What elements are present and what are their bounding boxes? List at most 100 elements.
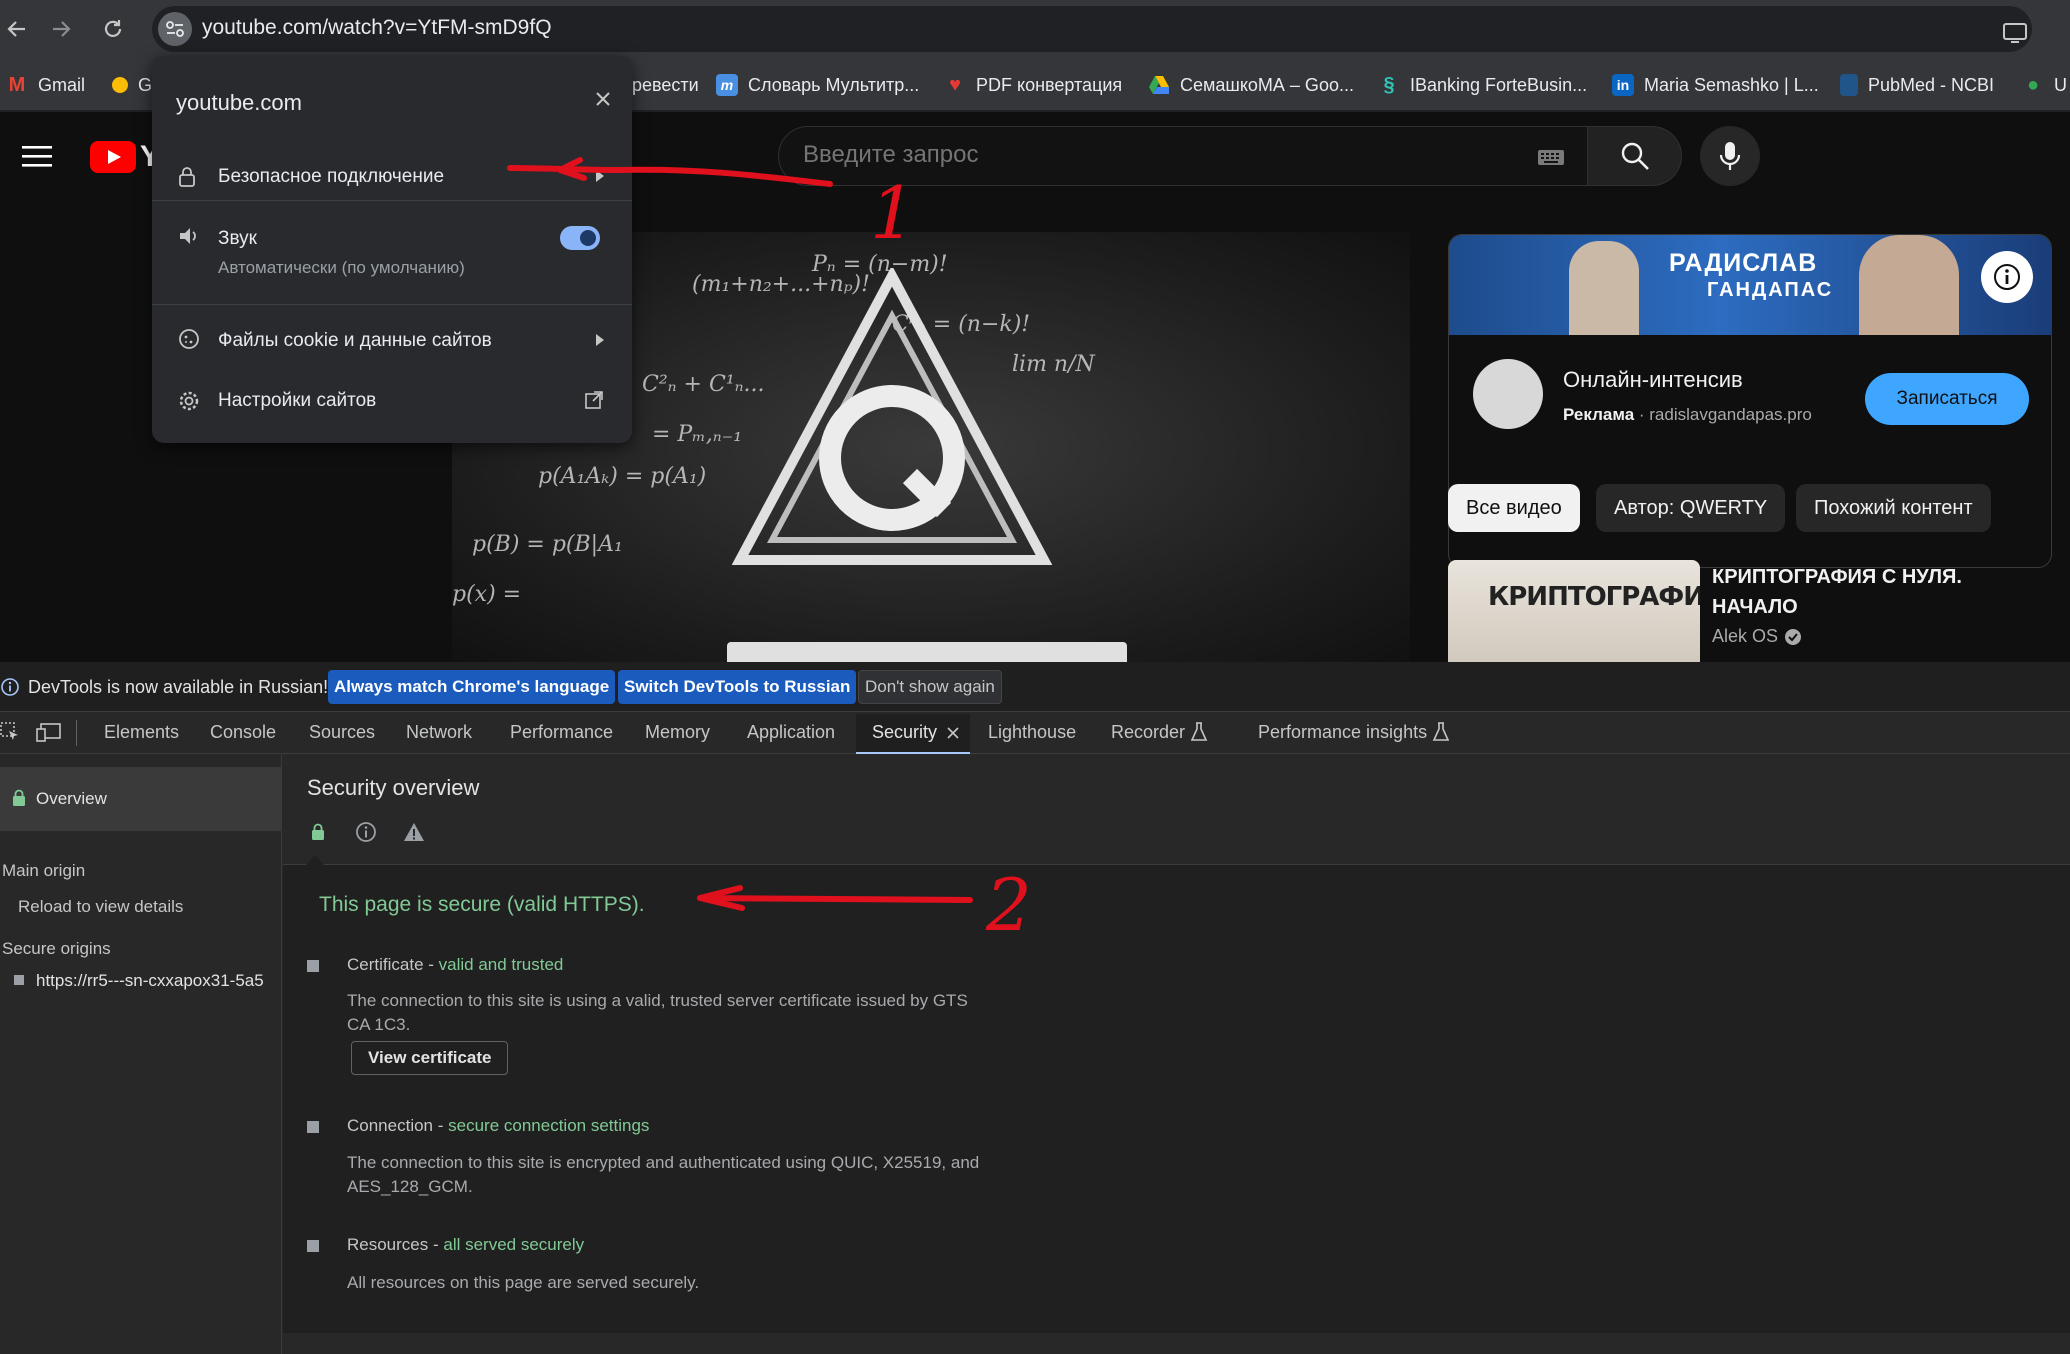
bottom-strip — [283, 1333, 2070, 1354]
chalk-formula: p(A₁Aₖ) = p(A₁) — [538, 464, 707, 489]
ad-info-button[interactable] — [1981, 251, 2033, 303]
person-icon: ● — [2026, 73, 2040, 96]
voice-search-button[interactable] — [1700, 126, 1760, 186]
keyboard-icon[interactable] — [1537, 147, 1565, 167]
back-button[interactable] — [0, 12, 34, 46]
bookmark-pdf[interactable]: ♥ PDF конвертация — [944, 71, 1122, 99]
bookmark-linkedin[interactable]: in Maria Semashko | L... — [1612, 71, 1819, 99]
chip-author[interactable]: Автор: QWERTY — [1596, 484, 1786, 532]
bookmark-gmail[interactable]: M Gmail — [6, 71, 85, 99]
tab-lighthouse[interactable]: Lighthouse — [988, 722, 1076, 743]
match-language-button[interactable]: Always match Chrome's language — [328, 670, 616, 704]
reload-button[interactable] — [96, 12, 130, 46]
bookmark-drive[interactable]: СемашкоМА – Goo... — [1148, 71, 1354, 99]
cast-icon[interactable] — [2002, 22, 2028, 44]
toggle-knob — [580, 230, 596, 246]
chevron-right-icon — [596, 334, 604, 346]
chevron-right-icon — [596, 170, 604, 182]
site-settings-row[interactable]: Настройки сайтов — [152, 372, 632, 428]
view-certificate-button[interactable]: View certificate — [351, 1041, 509, 1075]
pdf-heart-icon: ♥ — [949, 73, 961, 96]
bookmark-translate[interactable]: ревести — [632, 71, 699, 99]
secure-connection-label: Безопасное подключение — [218, 166, 445, 187]
bookmark-g[interactable]: G — [112, 71, 152, 99]
bookmark-label: Gmail — [38, 74, 86, 95]
switch-russian-button[interactable]: Switch DevTools to Russian — [618, 670, 857, 704]
ad-domain: radislavgandapas.pro — [1649, 405, 1812, 424]
info-icon — [1994, 264, 2020, 290]
connection-heading-label: Connection - — [347, 1116, 449, 1135]
pubmed-icon — [1840, 74, 1858, 96]
inspect-element-icon[interactable] — [0, 722, 20, 742]
youtube-play-icon — [90, 141, 136, 173]
sidebar-main-origin: Main origin — [2, 861, 86, 880]
certificate-bullet-icon — [307, 960, 319, 972]
ad-title[interactable]: Онлайн-интенсив — [1563, 367, 1743, 393]
sidebar-item-overview[interactable]: Overview — [0, 767, 282, 831]
tab-application[interactable]: Application — [747, 722, 835, 743]
certificate-description: The connection to this site is using a v… — [347, 991, 968, 1034]
security-overview-main: Security overview This page is secure (v… — [283, 755, 2070, 1354]
tab-security[interactable]: Security — [872, 722, 937, 743]
sound-sublabel: Автоматически (по умолчанию) — [218, 258, 465, 277]
ad-cta-button[interactable]: Записаться — [1865, 373, 2029, 425]
channel-name: Alek OS — [1712, 626, 1779, 646]
close-icon[interactable] — [594, 90, 612, 108]
sound-toggle[interactable] — [560, 226, 600, 250]
security-overview-header: Security overview — [283, 755, 2070, 866]
tab-console[interactable]: Console — [210, 722, 276, 743]
sound-row: Звук Автоматически (по умолчанию) — [152, 208, 632, 298]
certificate-status: valid and trusted — [438, 955, 564, 974]
tab-memory[interactable]: Memory — [645, 722, 710, 743]
tab-sources[interactable]: Sources — [309, 722, 375, 743]
url-text[interactable]: youtube.com/watch?v=YtFM-smD9fQ — [202, 16, 552, 40]
bookmark-pubmed[interactable]: PubMed - NCBI — [1840, 71, 1994, 99]
sidebar-item-origin[interactable]: https://rr5---sn-cxxapox31-5a5 — [0, 963, 282, 997]
flask-icon — [1190, 722, 1208, 742]
connection-bullet-icon — [307, 1121, 319, 1133]
ad-meta: Реклама · radislavgandapas.pro — [1563, 405, 1812, 424]
origin-bullet-icon — [14, 975, 24, 985]
connection-status: secure connection settings — [448, 1116, 650, 1135]
address-bar[interactable]: youtube.com/watch?v=YtFM-smD9fQ — [152, 6, 2032, 52]
close-tab-icon[interactable] — [946, 726, 960, 740]
recommended-channel[interactable]: Alek OS — [1712, 626, 1802, 647]
forte-icon: § — [1383, 73, 1395, 96]
ad-banner[interactable]: РАДИСЛАВ ГАНДАПАС — [1449, 235, 2051, 335]
tab-performance-insights[interactable]: Performance insights — [1258, 722, 1427, 743]
tab-performance[interactable]: Performance — [510, 722, 613, 743]
chalk-formula: p(x) = — [452, 582, 522, 607]
divider — [152, 304, 632, 305]
tab-network[interactable]: Network — [406, 722, 472, 743]
devtools-panel: DevTools is now available in Russian! Al… — [0, 662, 2070, 1354]
bookmark-label: Maria Semashko | L... — [1644, 74, 1819, 95]
bookmark-forte[interactable]: § IBanking ForteBusin... — [1378, 71, 1587, 99]
bookmark-u[interactable]: ● U — [2022, 71, 2067, 99]
search-box[interactable] — [778, 126, 1588, 186]
device-toolbar-icon[interactable] — [36, 722, 62, 742]
chip-related[interactable]: Похожий контент — [1796, 484, 1991, 532]
security-overview-title: Security overview — [307, 775, 480, 800]
forward-button[interactable] — [44, 12, 78, 46]
site-info-button[interactable] — [158, 12, 192, 46]
security-sidebar: Overview Main origin Reload to view deta… — [0, 755, 282, 1354]
recommended-thumbnail[interactable]: КРИПТОГРАФИЯ — [1448, 560, 1700, 662]
bookmark-label: PubMed - NCBI — [1868, 74, 1995, 95]
search-input[interactable] — [803, 141, 1503, 169]
advertiser-avatar[interactable] — [1473, 359, 1543, 429]
speaker-icon — [178, 226, 200, 246]
secure-connection-row[interactable]: Безопасное подключение — [152, 146, 632, 206]
dont-show-again-button[interactable]: Don't show again — [858, 670, 1002, 704]
recommended-title[interactable]: КРИПТОГРАФИЯ С НУЛЯ. НАЧАЛО — [1712, 562, 2032, 622]
resources-heading: Resources - all served securely — [347, 1235, 584, 1255]
cookies-row[interactable]: Файлы cookie и данные сайтов — [152, 312, 632, 368]
menu-icon[interactable] — [22, 144, 52, 168]
search-button[interactable] — [1588, 126, 1682, 186]
bookmark-multitran[interactable]: m Словарь Мультитр... — [716, 71, 919, 99]
gmail-icon: M — [8, 73, 26, 96]
chip-all-videos[interactable]: Все видео — [1448, 484, 1580, 532]
tab-recorder[interactable]: Recorder — [1111, 722, 1185, 743]
tab-elements[interactable]: Elements — [104, 722, 179, 743]
multitran-icon: m — [716, 74, 738, 96]
sidebar-reload-hint: Reload to view details — [18, 897, 184, 916]
